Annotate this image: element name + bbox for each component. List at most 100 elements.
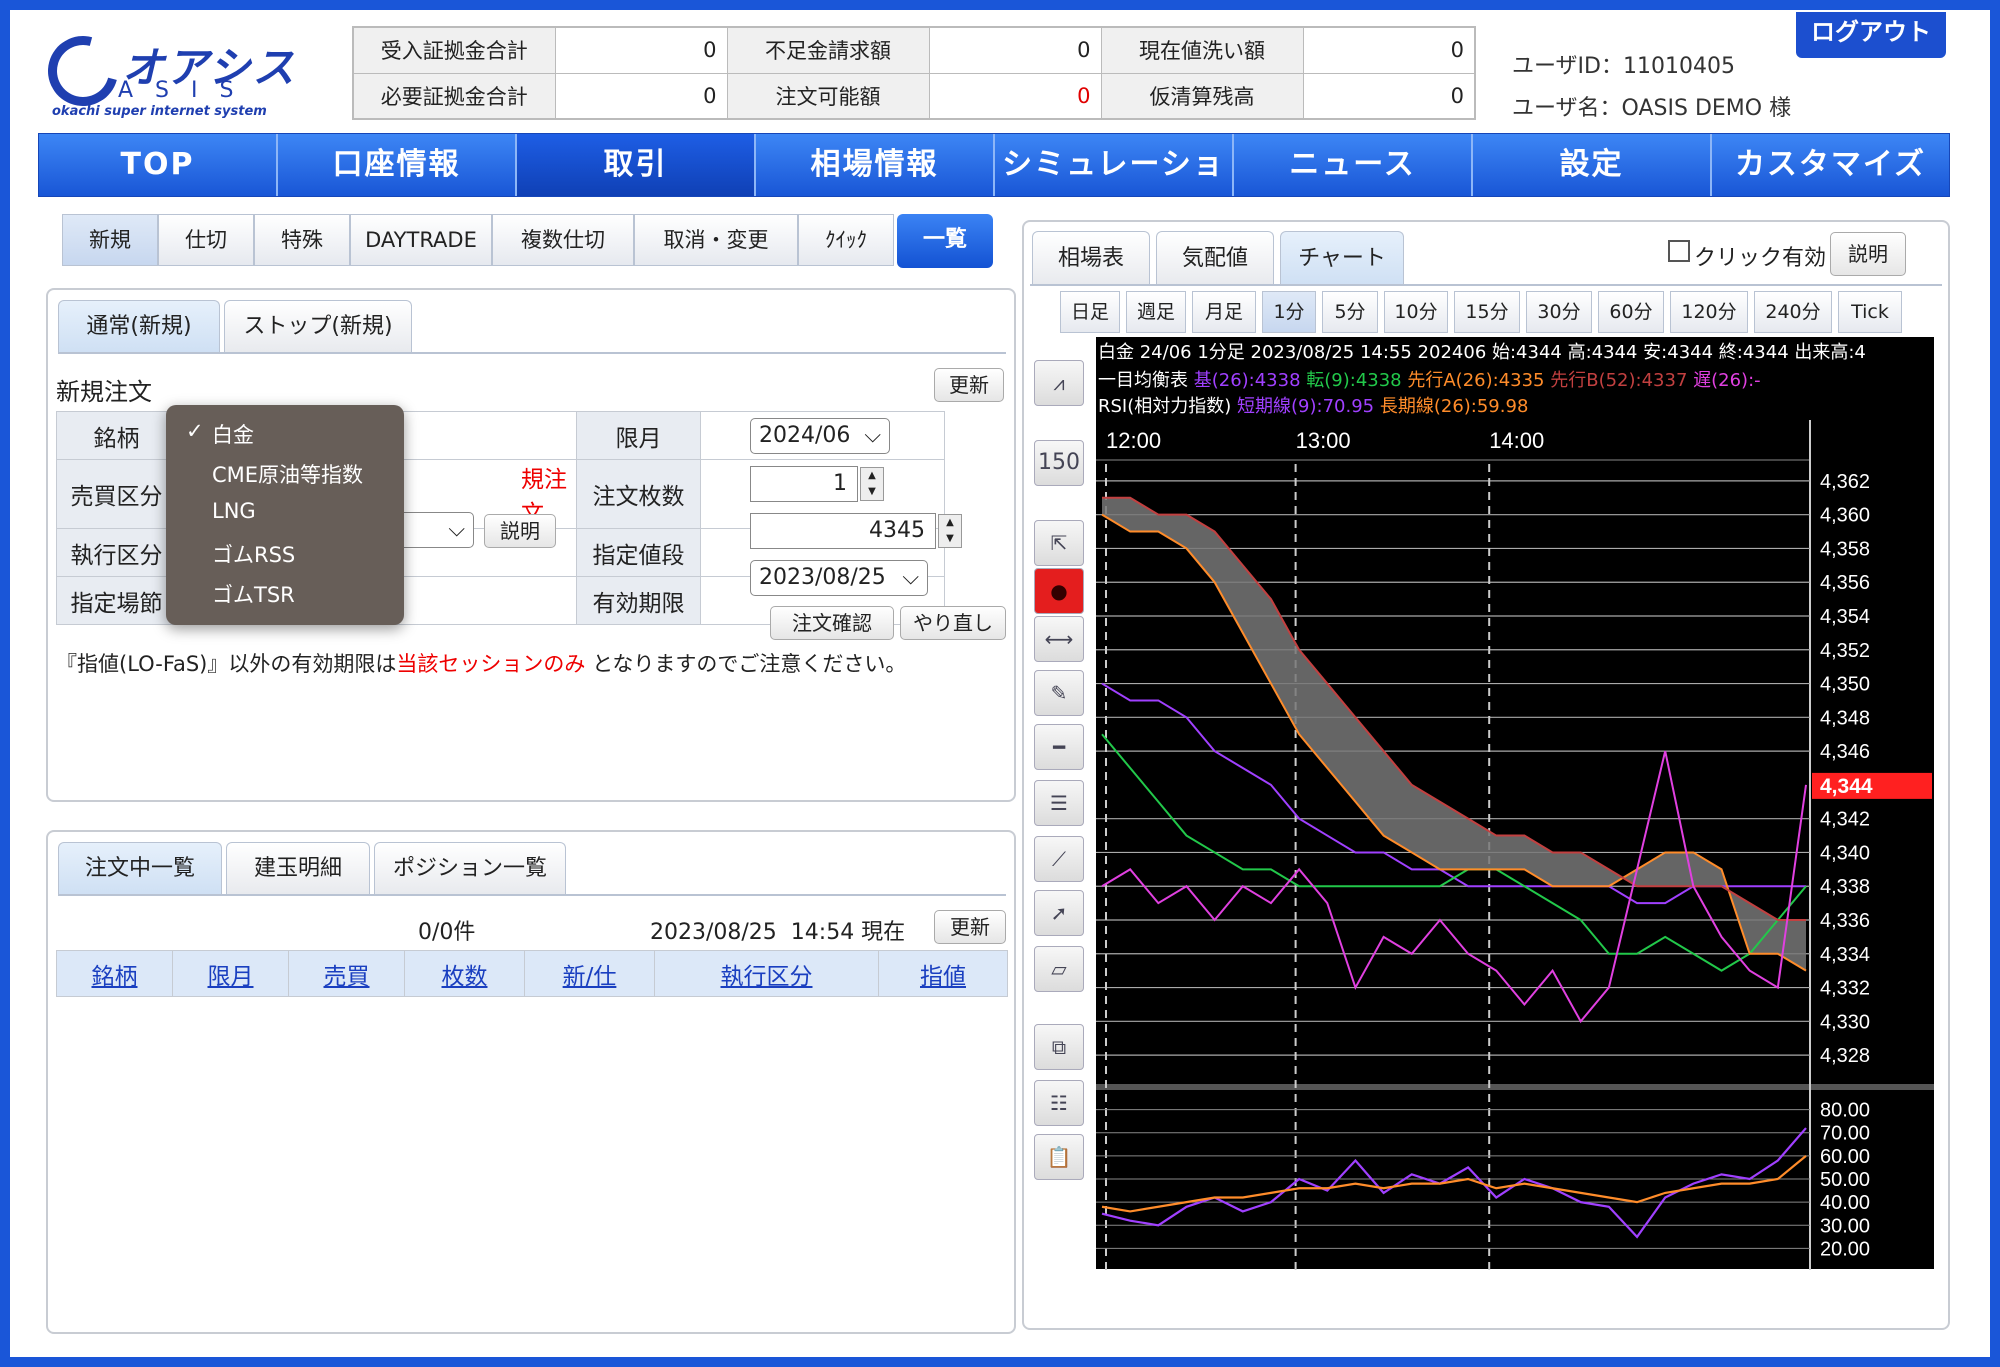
user-name: ユーザ名：OASIS DEMO 様 [1512, 96, 1792, 121]
arrows-horizontal-icon[interactable]: ⟷ [1034, 616, 1084, 662]
period-1min[interactable]: 1分 [1262, 291, 1316, 333]
period-day[interactable]: 日足 [1060, 291, 1120, 333]
clipboard-icon[interactable]: 📋 [1034, 1134, 1084, 1180]
period-week[interactable]: 週足 [1126, 291, 1186, 333]
line-icon[interactable]: ━ [1034, 724, 1084, 770]
list-refresh-button[interactable]: 更新 [934, 910, 1006, 944]
col-qty[interactable]: 枚数 [404, 950, 525, 997]
arrow-pointer-icon[interactable]: ➚ [1034, 890, 1084, 936]
nav-market[interactable]: 相場情報 [756, 134, 995, 196]
period-60min[interactable]: 60分 [1598, 291, 1664, 333]
period-30min[interactable]: 30分 [1526, 291, 1592, 333]
tab-quote-board[interactable]: 相場表 [1032, 231, 1150, 285]
period-120min[interactable]: 120分 [1670, 291, 1748, 333]
confirm-order-button[interactable]: 注文確認 [770, 606, 894, 640]
dropdown-item[interactable]: ゴムRSS [212, 539, 295, 569]
period-10min[interactable]: 10分 [1384, 291, 1448, 333]
expiry-value: 2023/08/25 [759, 565, 886, 590]
nav-news[interactable]: ニュース [1234, 134, 1473, 196]
tab-normal-new[interactable]: 通常(新規) [58, 300, 220, 352]
multi-close-button[interactable]: 複数仕切 [492, 214, 634, 266]
nav-customize[interactable]: カスタマイズ [1712, 134, 1949, 196]
copy-icon[interactable]: ⧉ [1034, 1024, 1084, 1070]
tab-stop-new[interactable]: ストップ(新規) [224, 300, 412, 352]
ichimoku-legend-item: 先行B(52):4337 [1544, 370, 1688, 391]
tab-chart[interactable]: チャート [1280, 231, 1404, 285]
daytrade-button[interactable]: DAYTRADE [350, 214, 492, 266]
form-refresh-button[interactable]: 更新 [934, 368, 1004, 402]
reset-button[interactable]: やり直し [900, 606, 1006, 640]
margin-summary-table: 受入証拠金合計 0 不足金請求額 0 現在値洗い額 0 必要証拠金合計 0 注文… [352, 26, 1476, 120]
side-label: 売買区分 [56, 459, 177, 529]
pencil-icon[interactable]: ✎ [1034, 670, 1084, 716]
col-new-close[interactable]: 新/仕 [524, 950, 655, 997]
session-label: 指定場節 [56, 576, 177, 625]
rsi-line [1101, 1127, 1807, 1239]
period-tick[interactable]: Tick [1838, 291, 1902, 333]
note-highlight: 当該セッションのみ [396, 652, 586, 676]
tab-position-list[interactable]: ポジション一覧 [374, 842, 566, 894]
rsi-tick-label: 30.00 [1820, 1215, 1870, 1237]
month-select[interactable]: 2024/06 ⌵ [750, 418, 890, 454]
tab-positions-detail[interactable]: 建玉明細 [226, 842, 370, 894]
price-stepper[interactable]: ▲ ▼ [938, 514, 962, 548]
cursor-up-icon[interactable]: ⇱ [1034, 520, 1084, 566]
list-button[interactable]: 一覧 [897, 214, 993, 268]
close-order-button[interactable]: 仕切 [158, 214, 254, 266]
period-month[interactable]: 月足 [1192, 291, 1256, 333]
nav-settings[interactable]: 設定 [1473, 134, 1712, 196]
lines-icon[interactable]: ☰ [1034, 780, 1084, 826]
chart-explain-button[interactable]: 説明 [1830, 232, 1906, 276]
drop-icon[interactable]: ● [1034, 568, 1084, 614]
qty-stepper[interactable]: ▲ ▼ [860, 467, 884, 501]
order-capacity-value: 0 [928, 72, 1102, 120]
chart-info-line1: 白金 24/06 1分足 2023/08/25 14:55 202406 始:4… [1098, 342, 1866, 363]
eraser-icon[interactable]: ▱ [1034, 946, 1084, 992]
summary-label: 不足金請求額 [726, 26, 930, 74]
summary-label: 仮清算残高 [1100, 72, 1304, 120]
chart-type-icon[interactable]: ⩘ [1034, 360, 1084, 406]
symbol-dropdown[interactable]: ✓ 白金 CME原油等指数 LNG ゴムRSS ゴムTSR [166, 405, 404, 625]
period-15min[interactable]: 15分 [1454, 291, 1520, 333]
price-chart[interactable]: 4,362 4,360 4,358 4,356 4,354 4,352 4,350 4,348… [1096, 420, 1934, 1270]
qty-input[interactable]: 1 [750, 466, 858, 502]
dropdown-item[interactable]: CME原油等指数 [212, 459, 363, 489]
tab-order-book[interactable]: 気配値 [1156, 231, 1274, 285]
col-month[interactable]: 限月 [172, 950, 289, 997]
nav-simulation[interactable]: シミュレーション [995, 134, 1234, 244]
people-icon[interactable]: ☷ [1034, 1080, 1084, 1126]
click-enable-checkbox[interactable] [1668, 240, 1690, 262]
period-240min[interactable]: 240分 [1754, 291, 1832, 333]
rsi-tick-label: 20.00 [1820, 1238, 1870, 1260]
nav-top[interactable]: TOP [39, 134, 278, 196]
logout-button[interactable]: ログアウト [1796, 12, 1946, 58]
period-5min[interactable]: 5分 [1322, 291, 1378, 333]
col-limit[interactable]: 指値 [878, 950, 1008, 997]
price-input[interactable]: 4345 [750, 513, 936, 549]
note-text: となりますのでご注意ください。 [585, 652, 907, 676]
nav-trade[interactable]: 取引 [517, 134, 756, 196]
dropdown-item[interactable]: 白金 [212, 419, 254, 449]
expiry-note: 『指値(LO-FaS)』以外の有効期限は当該セッションのみ となりますのでご注意… [56, 648, 906, 678]
zoom-150-button[interactable]: 150 [1034, 440, 1084, 486]
tab-open-orders[interactable]: 注文中一覧 [58, 842, 222, 894]
col-side[interactable]: 売買 [288, 950, 405, 997]
dropdown-item[interactable]: ゴムTSR [212, 579, 295, 609]
new-order-button[interactable]: 新規 [62, 214, 158, 266]
ichimoku-legend-item: 遅(26):- [1687, 370, 1761, 391]
exec-explain-button[interactable]: 説明 [484, 514, 556, 548]
col-symbol[interactable]: 銘柄 [56, 950, 173, 997]
special-order-button[interactable]: 特殊 [254, 214, 350, 266]
nav-account[interactable]: 口座情報 [278, 134, 517, 196]
summary-label: 必要証拠金合計 [352, 72, 556, 120]
y-tick-label: 4,336 [1820, 910, 1870, 932]
rsi-tick-label: 60.00 [1820, 1146, 1870, 1168]
expiry-select[interactable]: 2023/08/25 ⌵ [750, 560, 928, 596]
y-tick-label: 4,362 [1820, 471, 1870, 493]
col-exec[interactable]: 執行区分 [654, 950, 879, 997]
quick-button[interactable]: ｸｲｯｸ [798, 214, 894, 266]
cancel-change-button[interactable]: 取消・変更 [634, 214, 798, 266]
fan-icon[interactable]: ⟋ [1034, 836, 1084, 882]
dropdown-item[interactable]: LNG [212, 499, 256, 523]
rsi-tick-label: 50.00 [1820, 1169, 1870, 1191]
